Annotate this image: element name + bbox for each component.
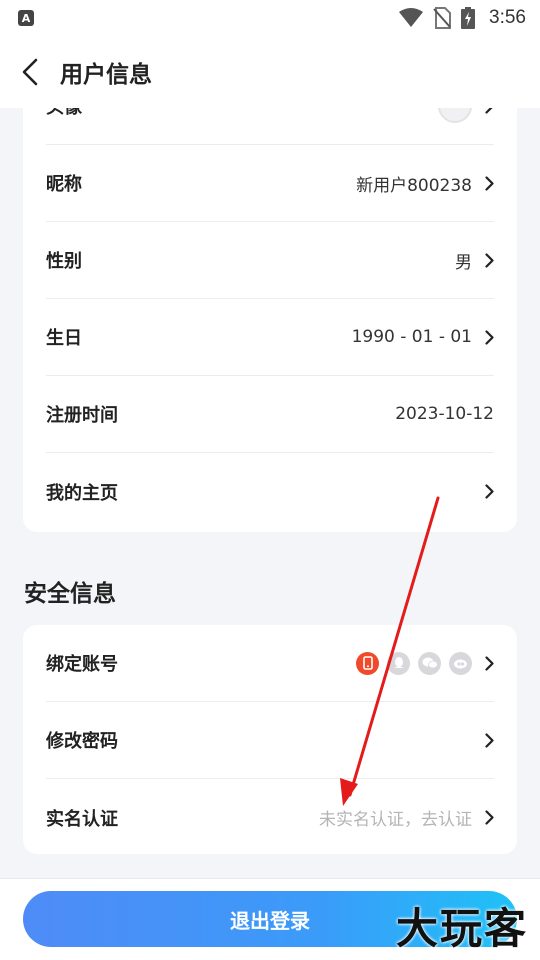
- app-header: 用户信息: [0, 36, 540, 108]
- gender-value: 男: [455, 252, 472, 273]
- row-change-password[interactable]: 修改密码: [46, 702, 494, 779]
- profile-card: 头像 昵称 新用户800238 性别 男 生日 1990 - 01 - 01 注…: [23, 108, 517, 532]
- chevron-right-icon: [480, 808, 494, 828]
- watermark-logo: 大玩客: [395, 904, 528, 953]
- row-bind-account[interactable]: 绑定账号: [46, 625, 494, 702]
- birthday-value: 1990 - 01 - 01: [351, 327, 472, 347]
- status-icons: 3:56: [399, 7, 526, 29]
- chevron-right-icon: [480, 653, 494, 673]
- wechat-icon: [418, 651, 441, 675]
- bottom-bar: 退出登录 大玩客: [0, 878, 540, 960]
- phone-icon: [356, 651, 379, 675]
- nickname-value: 新用户800238: [356, 175, 472, 196]
- content-area[interactable]: 头像 昵称 新用户800238 性别 男 生日 1990 - 01 - 01 注…: [0, 108, 540, 878]
- row-birthday[interactable]: 生日 1990 - 01 - 01: [46, 299, 494, 376]
- row-nickname[interactable]: 昵称 新用户800238: [46, 145, 494, 222]
- row-label: 头像: [46, 108, 82, 119]
- security-card: 绑定账号 修改密码 实名认证 未实名认证，去认证: [23, 625, 517, 854]
- status-bar: A 3:56: [0, 0, 540, 36]
- app-notification-icon: A: [18, 10, 34, 26]
- row-label: 绑定账号: [46, 654, 118, 675]
- row-label: 修改密码: [46, 731, 118, 752]
- row-real-name-auth[interactable]: 实名认证 未实名认证，去认证: [46, 779, 494, 856]
- back-button[interactable]: [0, 36, 60, 108]
- chevron-right-icon: [480, 173, 494, 193]
- chevron-right-icon: [480, 730, 494, 750]
- section-title-security: 安全信息: [24, 581, 116, 607]
- page-title: 用户信息: [60, 62, 152, 88]
- weibo-icon: [449, 651, 472, 675]
- row-label: 性别: [46, 251, 82, 272]
- row-gender[interactable]: 性别 男: [46, 222, 494, 299]
- real-name-status: 未实名认证，去认证: [319, 810, 472, 830]
- clock: 3:56: [489, 7, 526, 28]
- qq-icon: [387, 651, 410, 675]
- chevron-right-icon: [480, 482, 494, 502]
- bind-account-icons: [356, 651, 472, 675]
- chevron-right-icon: [480, 250, 494, 270]
- wifi-icon: [399, 8, 424, 27]
- no-sim-icon: [433, 7, 452, 29]
- avatar-face-icon: [446, 108, 464, 111]
- row-label: 注册时间: [46, 405, 118, 426]
- row-register-time: 注册时间 2023-10-12: [46, 376, 494, 453]
- row-avatar[interactable]: 头像: [46, 108, 494, 145]
- row-label: 实名认证: [46, 808, 118, 830]
- register-time-value: 2023-10-12: [395, 404, 494, 424]
- row-label: 我的主页: [46, 482, 118, 504]
- row-label: 生日: [46, 328, 82, 349]
- chevron-right-icon: [480, 108, 494, 116]
- row-label: 昵称: [46, 174, 82, 195]
- avatar: [438, 108, 472, 123]
- row-my-homepage[interactable]: 我的主页: [46, 453, 494, 530]
- chevron-left-icon: [22, 58, 38, 86]
- battery-charging-icon: [461, 7, 476, 29]
- chevron-right-icon: [480, 327, 494, 347]
